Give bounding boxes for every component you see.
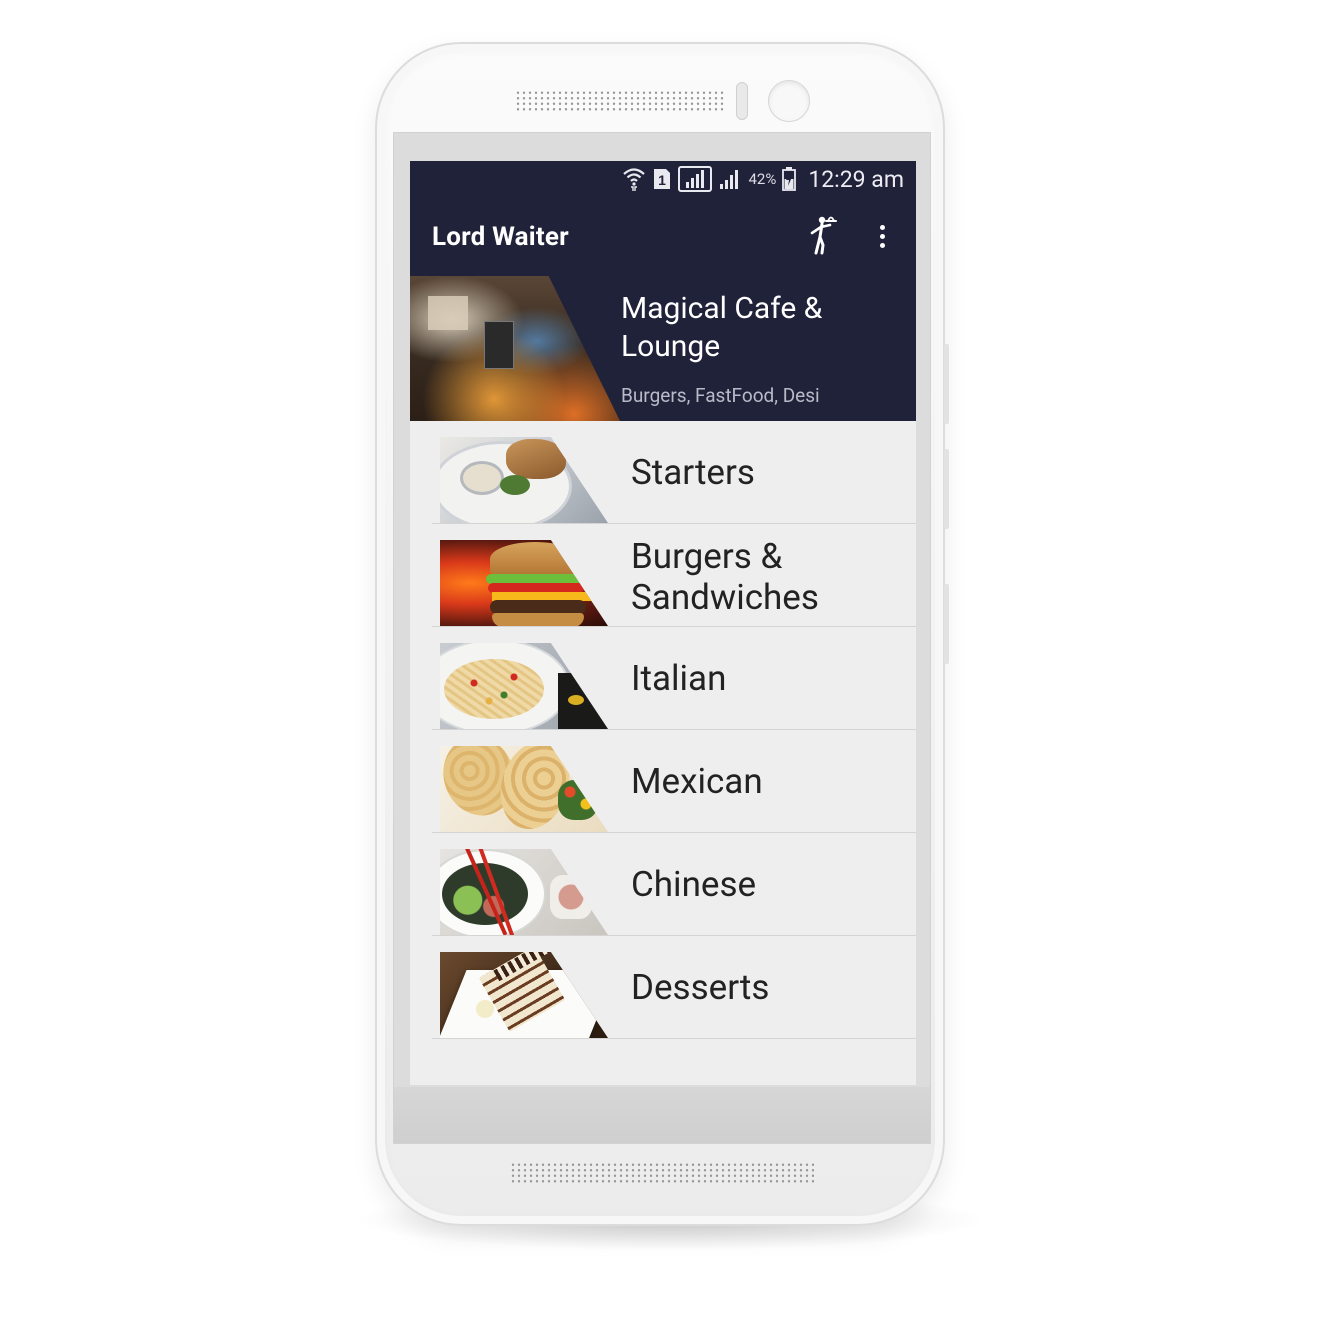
top-speaker-grille — [515, 90, 725, 112]
photo-detail — [484, 321, 514, 369]
wifi-icon — [622, 166, 646, 192]
starters-thumbnail — [440, 437, 608, 523]
italian-thumbnail — [440, 643, 608, 729]
category-label: Italian — [631, 658, 727, 699]
mexican-thumbnail — [440, 746, 608, 832]
desserts-thumbnail — [440, 952, 608, 1038]
power-button — [944, 584, 949, 664]
signal-icon — [718, 167, 742, 191]
sim-slot-label: 1 — [659, 172, 667, 188]
restaurant-header: Magical Cafe & Lounge Burgers, FastFood,… — [410, 276, 916, 421]
status-bar: 1 42% 12:29 am — [410, 161, 916, 197]
list-item[interactable]: Desserts — [432, 936, 916, 1039]
volume-button — [944, 344, 949, 424]
phone-body: 1 42% 12:29 am Lord Waiter Magical Cafe … — [375, 42, 949, 1226]
screen-bezel: 1 42% 12:29 am Lord Waiter Magical Cafe … — [393, 132, 931, 1144]
category-label: Chinese — [631, 864, 757, 905]
chinese-thumbnail — [440, 849, 608, 935]
category-label: Desserts — [631, 967, 770, 1008]
list-item[interactable]: Chinese — [432, 833, 916, 936]
device-mockup: 1 42% 12:29 am Lord Waiter Magical Cafe … — [0, 0, 1333, 1333]
screen-chin — [394, 1087, 930, 1143]
more-vert-icon[interactable] — [872, 219, 892, 253]
restaurant-cuisines: Burgers, FastFood, Desi — [621, 384, 820, 407]
app-title: Lord Waiter — [432, 221, 569, 252]
sim-icon: 1 — [652, 167, 672, 191]
status-time: 12:29 am — [808, 165, 904, 193]
category-label: Burgers & Sandwiches — [631, 536, 819, 618]
dot — [879, 233, 885, 239]
list-item[interactable]: Starters — [432, 421, 916, 524]
battery-percent: 42% — [748, 170, 777, 188]
list-item[interactable]: Italian — [432, 627, 916, 730]
front-camera — [768, 80, 810, 122]
battery-charging-icon — [782, 167, 797, 191]
photo-detail — [428, 296, 468, 330]
proximity-sensor — [736, 82, 748, 120]
category-label: Starters — [631, 452, 755, 493]
app-bar: Lord Waiter — [410, 197, 916, 276]
signal-icon — [678, 166, 713, 192]
restaurant-name: Magical Cafe & Lounge — [621, 291, 823, 364]
dot — [879, 224, 885, 230]
dot — [879, 242, 885, 248]
list-item[interactable]: Burgers & Sandwiches — [432, 524, 916, 627]
category-label: Mexican — [631, 761, 763, 802]
burgers-thumbnail — [440, 540, 608, 626]
volume-button — [944, 449, 949, 529]
list-item[interactable]: Mexican — [432, 730, 916, 833]
restaurant-photo — [410, 276, 620, 421]
bottom-speaker-grille — [510, 1162, 814, 1184]
app-screen: 1 42% 12:29 am Lord Waiter Magical Cafe … — [410, 161, 916, 1085]
waiter-icon[interactable] — [808, 215, 842, 255]
